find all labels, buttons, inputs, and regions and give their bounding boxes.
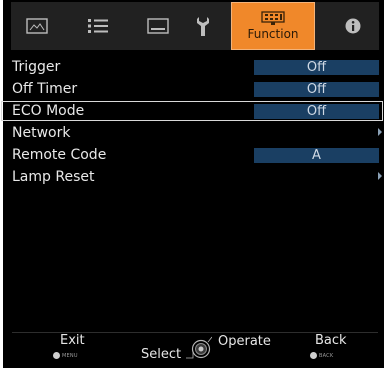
osd-menu-panel: Function Trigger Off Off Timer Off ECO M… bbox=[3, 0, 384, 368]
menu-item-label: Trigger bbox=[12, 59, 61, 75]
menu-item-off-timer[interactable]: Off Timer Off bbox=[12, 79, 379, 101]
menu-button-caption: MENU bbox=[62, 353, 78, 359]
operate-label: Operate bbox=[218, 334, 271, 349]
menu-item-value: A bbox=[254, 148, 379, 163]
menu-item-label: Off Timer bbox=[12, 81, 78, 97]
back-label: Back bbox=[315, 333, 347, 348]
tab-image[interactable] bbox=[11, 2, 63, 50]
menu-item-value: Off bbox=[254, 60, 379, 75]
wrench-icon bbox=[197, 17, 209, 36]
tab-bar: Function bbox=[11, 2, 379, 50]
tab-function[interactable]: Function bbox=[231, 2, 315, 50]
info-icon bbox=[345, 18, 361, 34]
menu-button-icon[interactable] bbox=[53, 352, 60, 359]
select-label: Select bbox=[141, 347, 182, 362]
submenu-arrow-icon bbox=[378, 172, 382, 180]
menu-item-trigger[interactable]: Trigger Off bbox=[12, 57, 379, 79]
back-button-icon[interactable] bbox=[310, 352, 317, 359]
submenu-arrow-icon bbox=[378, 128, 382, 136]
selection-highlight bbox=[1, 101, 383, 121]
function-icon bbox=[261, 11, 285, 25]
function-menu-list: Trigger Off Off Timer Off ECO Mode Off N… bbox=[12, 57, 382, 189]
exit-label: Exit bbox=[60, 333, 85, 348]
menu-item-remote-code[interactable]: Remote Code A bbox=[12, 145, 379, 167]
menu-item-label: Network bbox=[12, 125, 71, 141]
back-button-caption: BACK bbox=[319, 353, 334, 359]
menu-item-lamp-reset[interactable]: Lamp Reset bbox=[12, 167, 382, 189]
tab-function-label: Function bbox=[247, 27, 299, 41]
menu-item-label: Lamp Reset bbox=[12, 169, 95, 185]
sliders-icon bbox=[88, 19, 108, 33]
menu-item-value: Off bbox=[254, 82, 379, 97]
menu-item-label: Remote Code bbox=[12, 147, 107, 163]
tab-setting[interactable] bbox=[72, 2, 124, 50]
image-icon bbox=[26, 18, 48, 34]
select-joystick-icon[interactable] bbox=[184, 334, 212, 362]
tab-information[interactable] bbox=[329, 2, 377, 50]
tab-installation[interactable] bbox=[177, 2, 229, 50]
screen-icon bbox=[147, 18, 169, 34]
menu-item-network[interactable]: Network bbox=[12, 123, 382, 145]
